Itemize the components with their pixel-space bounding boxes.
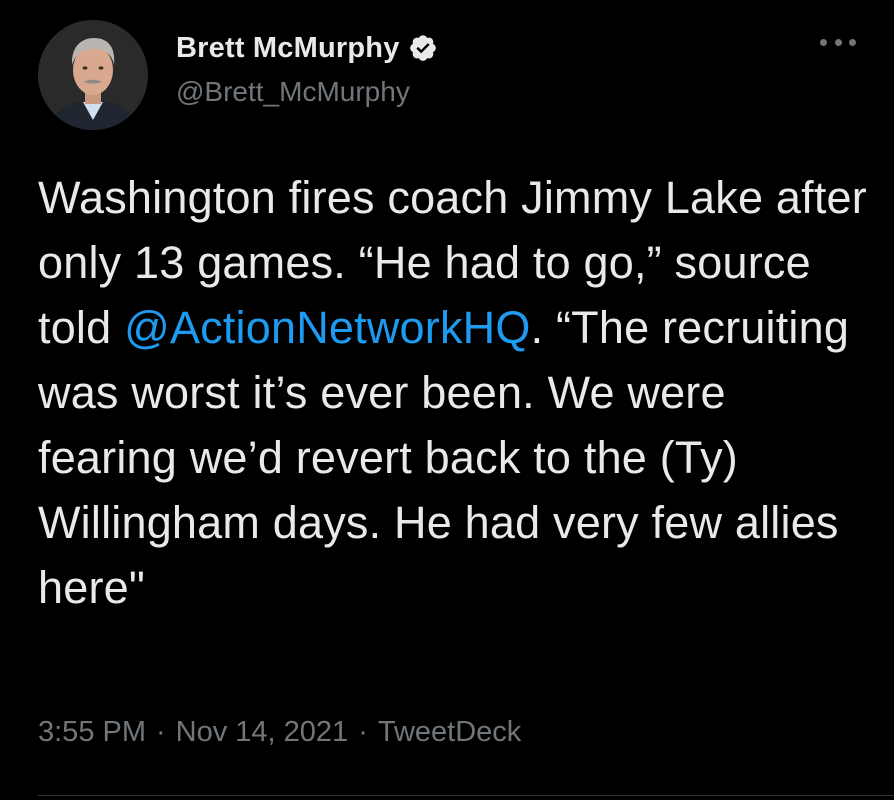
name-row: Brett McMurphy xyxy=(176,28,438,68)
user-info: Brett McMurphy @Brett_McMurphy xyxy=(176,28,438,108)
more-options-icon[interactable] xyxy=(820,34,856,50)
tweet-date[interactable]: Nov 14, 2021 xyxy=(176,716,349,748)
dot xyxy=(849,38,856,46)
verified-badge-icon xyxy=(408,33,438,63)
display-name[interactable]: Brett McMurphy xyxy=(176,32,400,65)
tweet-text: Washington fires coach Jimmy Lake after … xyxy=(38,165,868,620)
tweet-client[interactable]: TweetDeck xyxy=(378,716,521,748)
avatar[interactable] xyxy=(38,20,148,130)
divider xyxy=(38,795,894,796)
dot xyxy=(820,38,827,46)
tweet: Brett McMurphy @Brett_McMurphy Washingto… xyxy=(0,0,894,800)
user-handle[interactable]: @Brett_McMurphy xyxy=(176,76,438,108)
dot xyxy=(834,38,842,46)
tweet-time[interactable]: 3:55 PM xyxy=(38,716,146,748)
separator: · xyxy=(358,716,368,748)
separator: · xyxy=(156,716,166,748)
mention-link[interactable]: @ActionNetworkHQ xyxy=(124,302,531,353)
tweet-header: Brett McMurphy @Brett_McMurphy xyxy=(38,20,864,130)
tweet-meta: 3:55 PM · Nov 14, 2021 · TweetDeck xyxy=(38,716,521,749)
